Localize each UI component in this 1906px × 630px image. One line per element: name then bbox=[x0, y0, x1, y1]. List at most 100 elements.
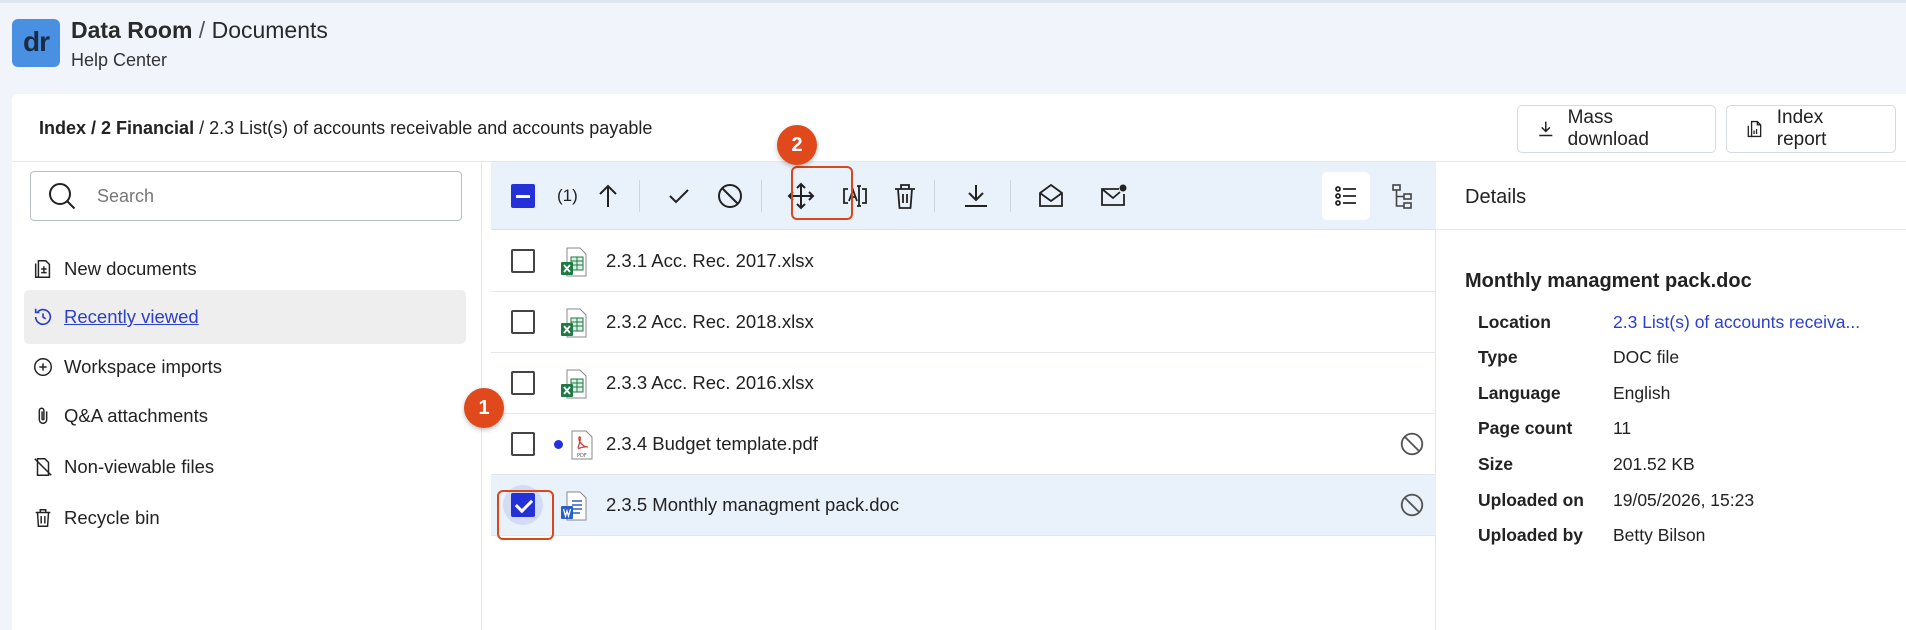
title-section: Documents bbox=[211, 17, 328, 43]
prop-value: DOC file bbox=[1613, 347, 1680, 367]
unread-indicator bbox=[554, 440, 563, 449]
file-toolbar: (1) bbox=[491, 162, 1436, 230]
file-name[interactable]: 2.3.1 Acc. Rec. 2017.xlsx bbox=[606, 250, 814, 272]
rename-button[interactable] bbox=[838, 179, 872, 213]
toolbar-divider bbox=[639, 180, 640, 212]
plus-circle-icon bbox=[34, 358, 52, 376]
select-all-checkbox[interactable] bbox=[511, 184, 535, 208]
row-checkbox[interactable] bbox=[511, 249, 535, 273]
index-report-button[interactable]: Index report bbox=[1726, 105, 1896, 153]
file-row[interactable]: 2.3.1 Acc. Rec. 2017.xlsx bbox=[491, 231, 1436, 292]
search-box[interactable] bbox=[30, 171, 462, 221]
location-link[interactable]: 2.3 List(s) of accounts receiva... bbox=[1613, 312, 1860, 333]
file-row[interactable]: 2.3.2 Acc. Rec. 2018.xlsx bbox=[491, 292, 1436, 353]
sidebar-item-label: New documents bbox=[64, 258, 197, 279]
prop-key: Uploaded by bbox=[1478, 525, 1584, 545]
svg-text:PDF: PDF bbox=[577, 453, 587, 459]
sidebar-item-workspace-imports[interactable]: Workspace imports bbox=[24, 340, 466, 394]
breadcrumb-current: 2.3 List(s) of accounts receivable and a… bbox=[209, 118, 653, 138]
history-icon bbox=[34, 308, 52, 326]
title-separator: / bbox=[192, 17, 212, 43]
page-subtitle: Help Center bbox=[71, 50, 168, 70]
sidebar-item-qa-attachments[interactable]: Q&A attachments bbox=[24, 389, 466, 443]
prop-value: English bbox=[1613, 383, 1671, 403]
mark-unread-icon bbox=[1101, 184, 1127, 206]
block-button[interactable] bbox=[713, 179, 747, 213]
tree-view-button[interactable] bbox=[1379, 172, 1427, 220]
sidebar-item-label: Non-viewable files bbox=[64, 456, 215, 477]
approve-button[interactable] bbox=[662, 179, 696, 213]
delete-button[interactable] bbox=[888, 179, 922, 213]
prop-key: Location bbox=[1478, 312, 1551, 332]
file-row[interactable]: 2.3.3 Acc. Rec. 2016.xlsx bbox=[491, 353, 1436, 414]
step-badge-2: 2 bbox=[777, 125, 817, 165]
blocked-icon[interactable] bbox=[1398, 430, 1426, 458]
mass-download-label: Mass download bbox=[1567, 107, 1649, 150]
approve-icon bbox=[669, 189, 689, 204]
file-row[interactable]: PDF 2.3.4 Budget template.pdf bbox=[491, 414, 1436, 475]
sidebar-item-recycle-bin[interactable]: Recycle bin bbox=[24, 491, 466, 545]
details-header: Details bbox=[1437, 162, 1906, 230]
sidebar-item-label: Q&A attachments bbox=[64, 405, 208, 426]
row-checkbox[interactable] bbox=[511, 371, 535, 395]
blocked-icon[interactable] bbox=[1398, 491, 1426, 519]
file-name[interactable]: 2.3.2 Acc. Rec. 2018.xlsx bbox=[606, 311, 814, 333]
selected-count: (1) bbox=[557, 186, 578, 205]
rename-icon bbox=[843, 185, 867, 207]
title-main: Data Room bbox=[71, 17, 193, 43]
move-button[interactable] bbox=[784, 179, 818, 213]
file-name[interactable]: 2.3.3 Acc. Rec. 2016.xlsx bbox=[606, 372, 814, 394]
breadcrumb-index[interactable]: Index bbox=[39, 118, 86, 138]
prop-value: 11 bbox=[1613, 418, 1632, 438]
prop-key: Type bbox=[1478, 347, 1518, 367]
row-checkbox[interactable] bbox=[511, 493, 535, 517]
row-checkbox[interactable] bbox=[511, 310, 535, 334]
sidebar-item-label: Recently viewed bbox=[64, 306, 199, 327]
index-report-label: Index report bbox=[1776, 107, 1827, 150]
upload-button[interactable] bbox=[591, 179, 625, 213]
toolbar-divider bbox=[934, 180, 935, 212]
file-name[interactable]: 2.3.4 Budget template.pdf bbox=[606, 433, 818, 455]
prop-value: Betty Bilson bbox=[1613, 525, 1706, 545]
delete-icon bbox=[895, 184, 915, 209]
sidebar-item-label: Recycle bin bbox=[64, 507, 160, 528]
sidebar-item-recently-viewed[interactable]: Recently viewed bbox=[24, 290, 466, 344]
tree-view-icon bbox=[1392, 184, 1412, 209]
details-panel: Details Monthly managment pack.doc Locat… bbox=[1437, 162, 1906, 630]
download-icon bbox=[965, 185, 987, 207]
block-icon bbox=[718, 184, 742, 208]
prop-value: 19/05/2026, 15:23 bbox=[1613, 490, 1755, 510]
breadcrumb-financial[interactable]: 2 Financial bbox=[101, 118, 194, 138]
toolbar-divider bbox=[1010, 180, 1011, 212]
app-logo[interactable]: dr bbox=[12, 19, 60, 67]
mass-download-button[interactable]: Mass download bbox=[1517, 105, 1716, 153]
prop-key: Uploaded on bbox=[1478, 490, 1584, 510]
prop-key: Page count bbox=[1478, 418, 1573, 438]
excel-file-icon bbox=[561, 308, 587, 338]
row-checkbox[interactable] bbox=[511, 432, 535, 456]
mark-unread-button[interactable] bbox=[1096, 179, 1130, 213]
sidebar-item-new-documents[interactable]: New documents bbox=[24, 242, 466, 296]
mark-read-icon bbox=[1039, 183, 1063, 207]
sidebar-item-non-viewable-files[interactable]: Non-viewable files bbox=[24, 440, 466, 494]
breadcrumb-sep: / bbox=[194, 118, 210, 138]
trash-icon bbox=[35, 509, 51, 527]
file-row[interactable]: 2.3.5 Monthly managment pack.doc bbox=[491, 475, 1436, 536]
prop-key: Language bbox=[1478, 383, 1561, 403]
move-icon bbox=[787, 182, 815, 210]
mark-read-button[interactable] bbox=[1034, 179, 1068, 213]
download-button[interactable] bbox=[959, 179, 993, 213]
file-name[interactable]: 2.3.5 Monthly managment pack.doc bbox=[606, 494, 899, 516]
step-badge-1: 1 bbox=[464, 388, 504, 428]
list-view-button[interactable] bbox=[1322, 172, 1370, 220]
upload-icon bbox=[599, 184, 617, 207]
top-border bbox=[0, 0, 1906, 3]
excel-file-icon bbox=[561, 369, 587, 399]
new-documents-icon bbox=[34, 260, 51, 278]
search-input[interactable] bbox=[97, 185, 457, 207]
page-title: Data Room / Documents bbox=[71, 17, 328, 44]
search-icon bbox=[49, 183, 76, 210]
toolbar-divider bbox=[761, 180, 762, 212]
prop-key: Size bbox=[1478, 454, 1514, 474]
list-view-icon bbox=[1335, 186, 1356, 206]
